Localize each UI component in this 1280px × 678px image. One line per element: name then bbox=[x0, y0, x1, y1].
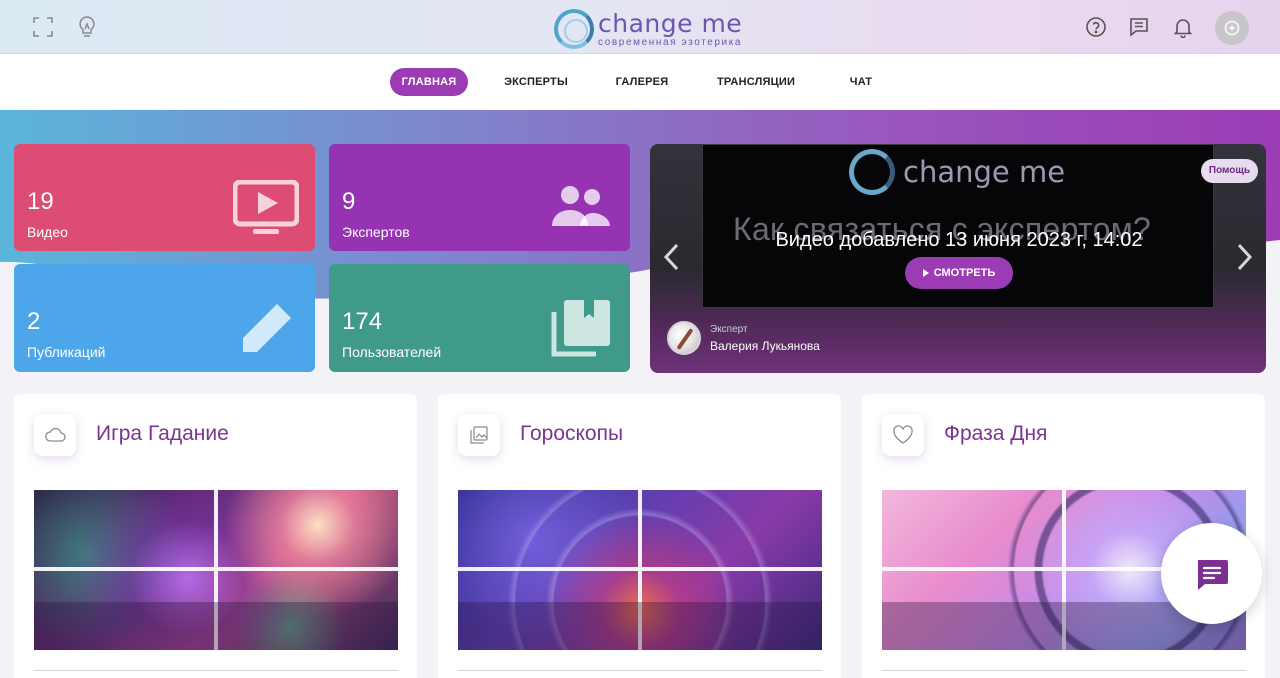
video-added-date: Видео добавлено 13 июня 2023 г, 14:02 bbox=[775, 229, 1143, 251]
section-image[interactable] bbox=[34, 490, 398, 650]
logo-title: change me bbox=[598, 8, 743, 38]
gallery-icon bbox=[458, 414, 500, 456]
nav-item-gallery[interactable]: ГАЛЕРЕЯ bbox=[606, 68, 678, 96]
video-preview[interactable]: change me Как связаться с экспертом? Вид… bbox=[702, 144, 1214, 308]
watch-label: СМОТРЕТЬ bbox=[933, 267, 996, 279]
stat-value: 2 bbox=[27, 308, 41, 335]
tv-play-icon bbox=[232, 179, 300, 241]
image-divider bbox=[34, 567, 398, 571]
section-divider bbox=[458, 670, 822, 671]
nav-item-broadcasts[interactable]: ТРАНСЛЯЦИИ bbox=[708, 68, 804, 96]
section-card-horoscopes: Гороскопы bbox=[438, 394, 841, 678]
users-icon bbox=[550, 184, 612, 235]
section-title[interactable]: Игра Гадание bbox=[96, 422, 229, 446]
image-shade bbox=[458, 602, 822, 650]
stat-label: Пользователей bbox=[342, 344, 442, 360]
section-divider bbox=[34, 670, 398, 671]
expert-name[interactable]: Валерия Лукьянова bbox=[710, 339, 820, 353]
add-account-icon[interactable] bbox=[1215, 11, 1249, 45]
chat-fab-button[interactable] bbox=[1161, 523, 1262, 624]
section-title[interactable]: Гороскопы bbox=[520, 422, 623, 446]
stat-label: Экспертов bbox=[342, 224, 410, 240]
help-icon[interactable] bbox=[1083, 14, 1109, 40]
bell-icon[interactable] bbox=[1170, 14, 1196, 40]
stat-value: 174 bbox=[342, 308, 383, 335]
expert-caption: Эксперт bbox=[710, 324, 748, 335]
main-nav: ГЛАВНАЯ ЭКСПЕРТЫ ГАЛЕРЕЯ ТРАНСЛЯЦИИ ЧАТ bbox=[0, 54, 1280, 110]
nav-item-home[interactable]: ГЛАВНАЯ bbox=[390, 68, 468, 96]
messages-icon[interactable] bbox=[1126, 14, 1152, 40]
library-icon bbox=[550, 298, 612, 363]
video-logo-ring-icon bbox=[849, 149, 895, 195]
nav-item-experts[interactable]: ЭКСПЕРТЫ bbox=[498, 68, 574, 96]
image-shade bbox=[34, 602, 398, 650]
stat-card-videos[interactable]: 19 Видео bbox=[14, 144, 315, 251]
top-bar: change me современная эзотерика bbox=[0, 0, 1280, 54]
stat-card-users[interactable]: 174 Пользователей bbox=[329, 264, 630, 372]
stat-value: 19 bbox=[27, 188, 54, 215]
pencil-icon bbox=[237, 300, 295, 363]
stat-value: 9 bbox=[342, 188, 356, 215]
stat-label: Видео bbox=[27, 224, 68, 240]
stat-card-experts[interactable]: 9 Экспертов bbox=[329, 144, 630, 251]
section-card-fortune-game: Игра Гадание bbox=[14, 394, 417, 678]
section-title[interactable]: Фраза Дня bbox=[944, 422, 1047, 446]
help-badge[interactable]: Помощь bbox=[1200, 159, 1258, 183]
featured-video-panel: change me Как связаться с экспертом? Вид… bbox=[650, 144, 1266, 373]
dashboard-hero: 19 Видео 9 Экспертов 2 Публикаций 174 По… bbox=[0, 110, 1280, 392]
watch-button[interactable]: СМОТРЕТЬ bbox=[905, 257, 1013, 289]
video-logo: change me bbox=[849, 149, 1065, 195]
logo-subtitle: современная эзотерика bbox=[598, 36, 743, 48]
brand-logo[interactable]: change me современная эзотерика bbox=[554, 8, 742, 50]
fullscreen-icon[interactable] bbox=[30, 14, 56, 40]
nav-item-chat[interactable]: ЧАТ bbox=[838, 68, 884, 96]
stat-label: Публикаций bbox=[27, 344, 106, 360]
cloud-icon bbox=[34, 414, 76, 456]
heart-icon bbox=[882, 414, 924, 456]
video-logo-text: change me bbox=[903, 155, 1066, 189]
prev-slide-button[interactable] bbox=[660, 240, 684, 274]
lightbulb-icon[interactable] bbox=[74, 14, 100, 40]
image-divider bbox=[458, 567, 822, 571]
section-divider bbox=[882, 670, 1246, 671]
next-slide-button[interactable] bbox=[1232, 240, 1256, 274]
stat-card-publications[interactable]: 2 Публикаций bbox=[14, 264, 315, 372]
section-image[interactable] bbox=[458, 490, 822, 650]
logo-ring-icon bbox=[554, 9, 594, 49]
play-icon bbox=[922, 269, 929, 277]
chat-bubble-icon bbox=[1197, 559, 1228, 590]
expert-avatar[interactable] bbox=[667, 321, 701, 355]
